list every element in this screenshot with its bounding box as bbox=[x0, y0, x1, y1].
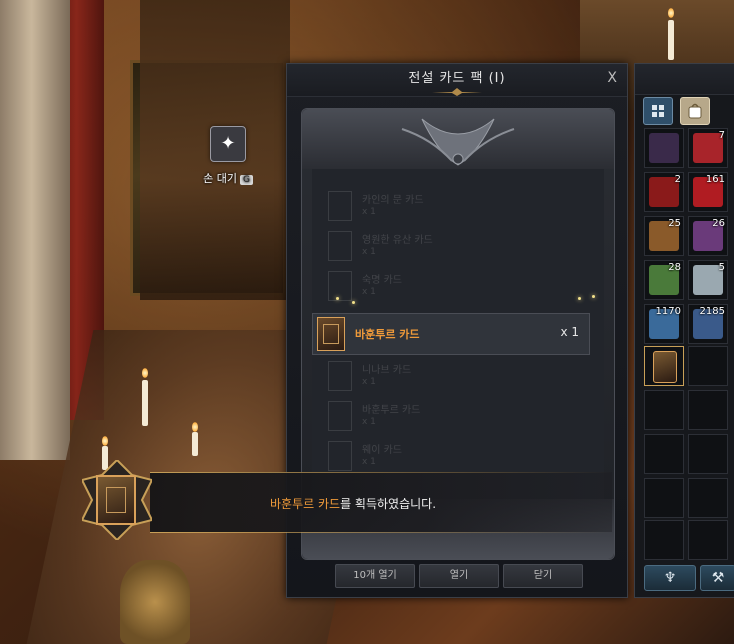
sparkle-icon bbox=[592, 295, 595, 298]
open-ten-button[interactable]: 10개 열기 bbox=[335, 564, 415, 588]
sparkle-icon bbox=[336, 297, 339, 300]
inventory-slot[interactable] bbox=[644, 478, 684, 518]
hand-standby-label: 손 대기 bbox=[203, 172, 237, 185]
list-item: 니나브 카드 x 1 bbox=[328, 357, 588, 393]
card-name: 니나브 카드 bbox=[362, 365, 412, 376]
obtained-card-name: 바훈투르 카드 bbox=[355, 328, 420, 341]
title-ornament-icon bbox=[432, 88, 482, 96]
card-icon bbox=[328, 271, 352, 301]
acquired-card-name: 바훈투르 카드 bbox=[270, 497, 341, 511]
inventory-slot[interactable]: 28 bbox=[644, 260, 684, 300]
list-item: 카인의 문 카드 x 1 bbox=[328, 187, 588, 223]
background-column bbox=[0, 0, 70, 460]
card-qty: x 1 bbox=[362, 247, 376, 257]
dialog-header: 전설 카드 팩 (I) X bbox=[287, 64, 627, 97]
card-name: 바훈투르 카드 bbox=[362, 405, 421, 416]
candle-flame-icon bbox=[102, 436, 108, 446]
trident-icon[interactable]: ♆ bbox=[644, 565, 696, 591]
candle bbox=[192, 432, 198, 456]
card-icon bbox=[328, 361, 352, 391]
card-name: 영원한 유산 카드 bbox=[362, 235, 433, 246]
grid-icon[interactable] bbox=[643, 97, 673, 125]
card-qty: x 1 bbox=[362, 287, 376, 297]
inventory-slot[interactable] bbox=[688, 390, 728, 430]
candle-flame-icon bbox=[668, 8, 674, 18]
banner-top-line bbox=[150, 472, 612, 473]
sparkle-icon[interactable]: ✦ bbox=[210, 126, 246, 162]
legend-card-icon bbox=[653, 351, 677, 383]
inventory-slot[interactable]: 5 bbox=[688, 260, 728, 300]
candle bbox=[668, 20, 674, 60]
inventory-slot[interactable] bbox=[688, 346, 728, 386]
pack-top-ornament bbox=[302, 109, 614, 169]
inventory-slot[interactable] bbox=[644, 520, 684, 560]
inventory-slot[interactable]: 7 bbox=[688, 128, 728, 168]
legend-card-icon bbox=[317, 317, 345, 351]
inventory-slot[interactable] bbox=[688, 520, 728, 560]
inventory-slot[interactable]: 26 bbox=[688, 216, 728, 256]
list-item: 숙명 카드 x 1 bbox=[328, 267, 588, 303]
inventory-slot[interactable] bbox=[644, 390, 684, 430]
sparkle-icon bbox=[352, 301, 355, 304]
obtained-card-row[interactable]: 바훈투르 카드 x 1 bbox=[312, 313, 590, 355]
inventory-slot[interactable]: 25 bbox=[644, 216, 684, 256]
card-icon bbox=[328, 231, 352, 261]
inventory-slot[interactable] bbox=[688, 434, 728, 474]
obtained-card-qty: x 1 bbox=[560, 325, 579, 339]
inventory-slot[interactable] bbox=[644, 128, 684, 168]
candle-flame-icon bbox=[192, 422, 198, 432]
inventory-slot[interactable] bbox=[688, 478, 728, 518]
open-button[interactable]: 열기 bbox=[419, 564, 499, 588]
card-qty: x 1 bbox=[362, 417, 376, 427]
banner-bottom-line bbox=[150, 532, 612, 533]
card-qty: x 1 bbox=[362, 207, 376, 217]
candle bbox=[142, 380, 148, 426]
card-name: 웨이 카드 bbox=[362, 445, 402, 456]
card-qty: x 1 bbox=[362, 377, 376, 387]
acquisition-message-suffix: 를 획득하였습니다. bbox=[340, 497, 437, 511]
close-button[interactable]: X bbox=[607, 70, 617, 86]
card-icon bbox=[328, 441, 352, 471]
background-table bbox=[120, 560, 190, 644]
card-icon bbox=[328, 191, 352, 221]
inventory-header bbox=[635, 64, 734, 95]
list-item: 웨이 카드 x 1 bbox=[328, 437, 588, 473]
card-icon bbox=[328, 401, 352, 431]
candle-flame-icon bbox=[142, 368, 148, 378]
list-item: 바훈투르 카드 x 1 bbox=[328, 397, 588, 433]
inventory-slot[interactable]: 1170 bbox=[644, 304, 684, 344]
hotkey-badge: G bbox=[239, 175, 253, 185]
inventory-slot[interactable]: 2185 bbox=[688, 304, 728, 344]
card-qty: x 1 bbox=[362, 457, 376, 467]
inventory-slot[interactable] bbox=[644, 346, 684, 386]
inventory-slot[interactable]: 2 bbox=[644, 172, 684, 212]
card-name: 숙명 카드 bbox=[362, 275, 402, 286]
acquisition-message: 바훈투르 카드를 획득하였습니다. bbox=[270, 495, 436, 512]
hammer-icon[interactable]: ⚒ bbox=[700, 565, 734, 591]
card-name: 카인의 문 카드 bbox=[362, 195, 424, 206]
inventory-slot[interactable]: 161 bbox=[688, 172, 728, 212]
crest-ornament-icon bbox=[401, 118, 515, 166]
legend-card-icon bbox=[96, 475, 136, 525]
hand-standby[interactable]: ✦ 손 대기 G bbox=[198, 126, 258, 186]
item-icon bbox=[649, 133, 679, 163]
sparkle-icon bbox=[578, 297, 581, 300]
list-item: 영원한 유산 카드 x 1 bbox=[328, 227, 588, 263]
inventory-slot[interactable] bbox=[644, 434, 684, 474]
close-dialog-button[interactable]: 닫기 bbox=[503, 564, 583, 588]
bag-icon[interactable] bbox=[680, 97, 710, 125]
